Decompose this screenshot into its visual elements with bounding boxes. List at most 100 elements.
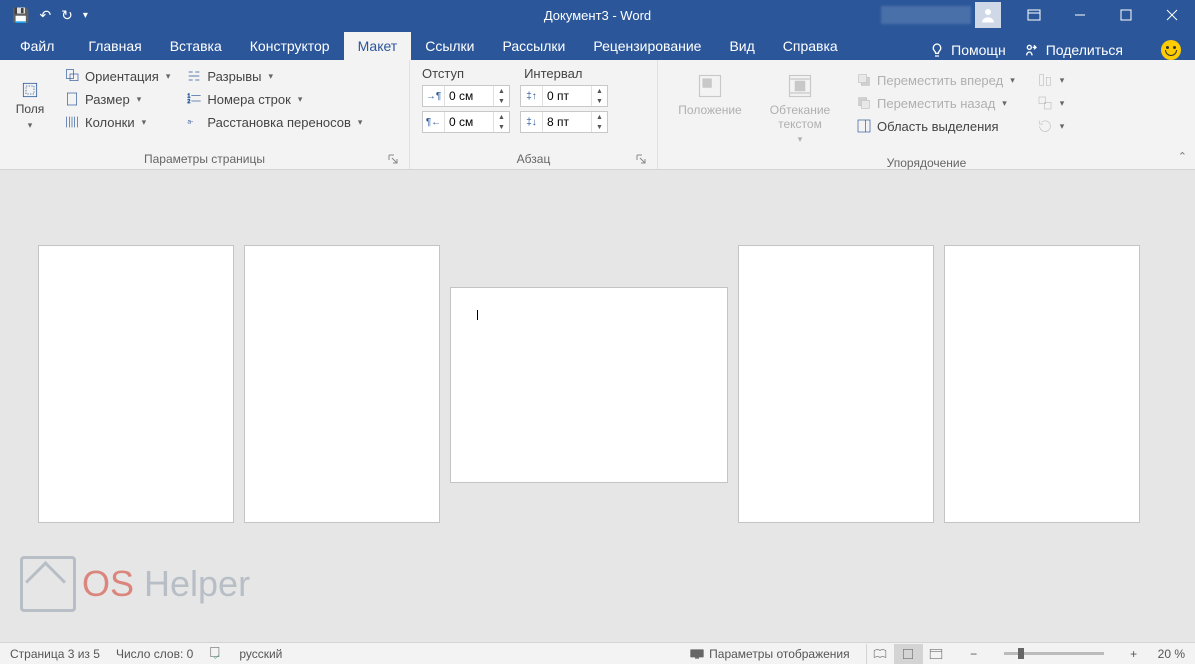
share-icon	[1024, 42, 1040, 58]
ribbon: Поля▾ Ориентация▾ Размер▾ Колонки▾ Разры…	[0, 60, 1195, 170]
page-2[interactable]	[244, 245, 440, 523]
spacing-before-input[interactable]	[543, 89, 591, 103]
user-avatar-icon[interactable]	[975, 2, 1001, 28]
page-3[interactable]	[450, 287, 728, 483]
svg-text:2: 2	[188, 99, 191, 105]
spacing-after-spinner[interactable]: ‡↓▲▼	[520, 111, 608, 133]
rotate-button: ▾	[1035, 116, 1067, 136]
columns-icon	[64, 114, 80, 130]
spellcheck-icon[interactable]	[209, 645, 223, 662]
spin-up-icon[interactable]: ▲	[494, 112, 509, 122]
page-5[interactable]	[944, 245, 1140, 523]
lightbulb-icon	[929, 42, 945, 58]
title-bar: 💾 ↶ ↻ ▾ Документ3 - Word	[0, 0, 1195, 30]
share-button[interactable]: Поделиться	[1024, 42, 1123, 58]
status-bar: Страница 3 из 5 Число слов: 0 русский Па…	[0, 642, 1195, 664]
dialog-launcher-icon[interactable]	[387, 153, 399, 165]
indent-right-spinner[interactable]: ¶← ▲▼	[422, 111, 510, 133]
page-size-icon	[64, 91, 80, 107]
close-icon[interactable]	[1149, 0, 1195, 30]
view-mode-switcher	[866, 644, 950, 664]
spin-down-icon[interactable]: ▼	[494, 122, 509, 132]
spin-down-icon[interactable]: ▼	[592, 96, 607, 106]
group-page-setup: Поля▾ Ориентация▾ Размер▾ Колонки▾ Разры…	[0, 60, 410, 169]
group-arrange: Положение Обтекание текстом▾ Переместить…	[658, 60, 1195, 169]
qat-customize-icon[interactable]: ▾	[83, 10, 88, 21]
wrap-text-icon	[786, 72, 814, 100]
position-button: Положение	[670, 68, 750, 149]
save-icon[interactable]: 💾	[12, 7, 29, 24]
undo-icon[interactable]: ↶	[39, 7, 51, 24]
collapse-ribbon-icon[interactable]: ⌃	[1178, 150, 1187, 163]
text-cursor	[477, 310, 478, 320]
word-count[interactable]: Число слов: 0	[116, 647, 193, 661]
group-label-paragraph: Абзац	[416, 149, 651, 169]
spin-up-icon[interactable]: ▲	[592, 86, 607, 96]
zoom-out-button[interactable]: −	[966, 647, 982, 661]
read-mode-icon[interactable]	[866, 644, 894, 664]
spacing-before-spinner[interactable]: ‡↑ ▲▼	[520, 85, 608, 107]
position-icon	[696, 72, 724, 100]
cursor-logo-icon	[20, 556, 76, 612]
tab-mailings[interactable]: Рассылки	[489, 32, 580, 60]
display-settings-icon[interactable]: Параметры отображения	[689, 647, 850, 661]
page-status[interactable]: Страница 3 из 5	[10, 647, 100, 661]
breaks-icon	[186, 68, 202, 84]
spin-down-icon[interactable]: ▼	[494, 96, 509, 106]
line-numbers-icon: 12	[186, 91, 202, 107]
tab-design[interactable]: Конструктор	[236, 32, 344, 60]
spin-up-icon[interactable]: ▲	[592, 112, 607, 122]
minimize-icon[interactable]	[1057, 0, 1103, 30]
tab-view[interactable]: Вид	[715, 32, 768, 60]
document-canvas[interactable]: OS Helper	[0, 170, 1195, 642]
indent-right-input[interactable]	[445, 115, 493, 129]
margins-button[interactable]: Поля▾	[6, 64, 54, 149]
tab-layout[interactable]: Макет	[344, 32, 412, 60]
indent-right-icon: ¶←	[423, 112, 445, 132]
watermark: OS Helper	[20, 556, 250, 612]
smiley-icon[interactable]	[1161, 40, 1181, 60]
language-status[interactable]: русский	[239, 647, 282, 661]
page-4[interactable]	[738, 245, 934, 523]
hyphenation-icon: a-	[186, 114, 202, 130]
wrap-text-button: Обтекание текстом▾	[760, 68, 840, 149]
tab-insert[interactable]: Вставка	[156, 32, 236, 60]
zoom-level[interactable]: 20 %	[1158, 647, 1185, 661]
align-icon	[1037, 72, 1053, 88]
spin-down-icon[interactable]: ▼	[592, 122, 607, 132]
spin-up-icon[interactable]: ▲	[494, 86, 509, 96]
indent-left-input[interactable]	[445, 89, 493, 103]
maximize-icon[interactable]	[1103, 0, 1149, 30]
tab-review[interactable]: Рецензирование	[579, 32, 715, 60]
orientation-button[interactable]: Ориентация▾	[62, 66, 172, 86]
dialog-launcher-icon[interactable]	[635, 153, 647, 165]
breaks-button[interactable]: Разрывы▾	[184, 66, 364, 86]
web-layout-icon[interactable]	[922, 644, 950, 664]
print-layout-icon[interactable]	[894, 644, 922, 664]
tab-file[interactable]: Файл	[0, 32, 74, 60]
tell-me[interactable]: Помощн	[929, 42, 1006, 58]
tab-help[interactable]: Справка	[769, 32, 852, 60]
group-label-page-setup: Параметры страницы	[6, 149, 403, 169]
tab-home[interactable]: Главная	[74, 32, 155, 60]
zoom-slider[interactable]	[1004, 652, 1104, 655]
user-name	[881, 6, 971, 24]
svg-text:a-: a-	[188, 118, 194, 125]
send-backward-icon	[856, 95, 872, 111]
hyphenation-button[interactable]: a-Расстановка переносов▾	[184, 112, 364, 132]
indent-left-spinner[interactable]: →¶ ▲▼	[422, 85, 510, 107]
spacing-before-icon: ‡↑	[521, 86, 543, 106]
size-button[interactable]: Размер▾	[62, 89, 172, 109]
line-numbers-button[interactable]: 12Номера строк▾	[184, 89, 364, 109]
selection-pane-button[interactable]: Область выделения	[854, 116, 1017, 136]
redo-icon[interactable]: ↻	[61, 7, 73, 24]
ribbon-display-icon[interactable]	[1011, 0, 1057, 30]
columns-button[interactable]: Колонки▾	[62, 112, 172, 132]
page-1[interactable]	[38, 245, 234, 523]
tab-references[interactable]: Ссылки	[411, 32, 488, 60]
group-button: ▾	[1035, 93, 1067, 113]
zoom-in-button[interactable]: +	[1126, 647, 1142, 661]
spacing-after-input[interactable]	[543, 115, 591, 129]
bring-forward-button: Переместить вперед▾	[854, 70, 1017, 90]
indent-left-icon: →¶	[423, 86, 445, 106]
